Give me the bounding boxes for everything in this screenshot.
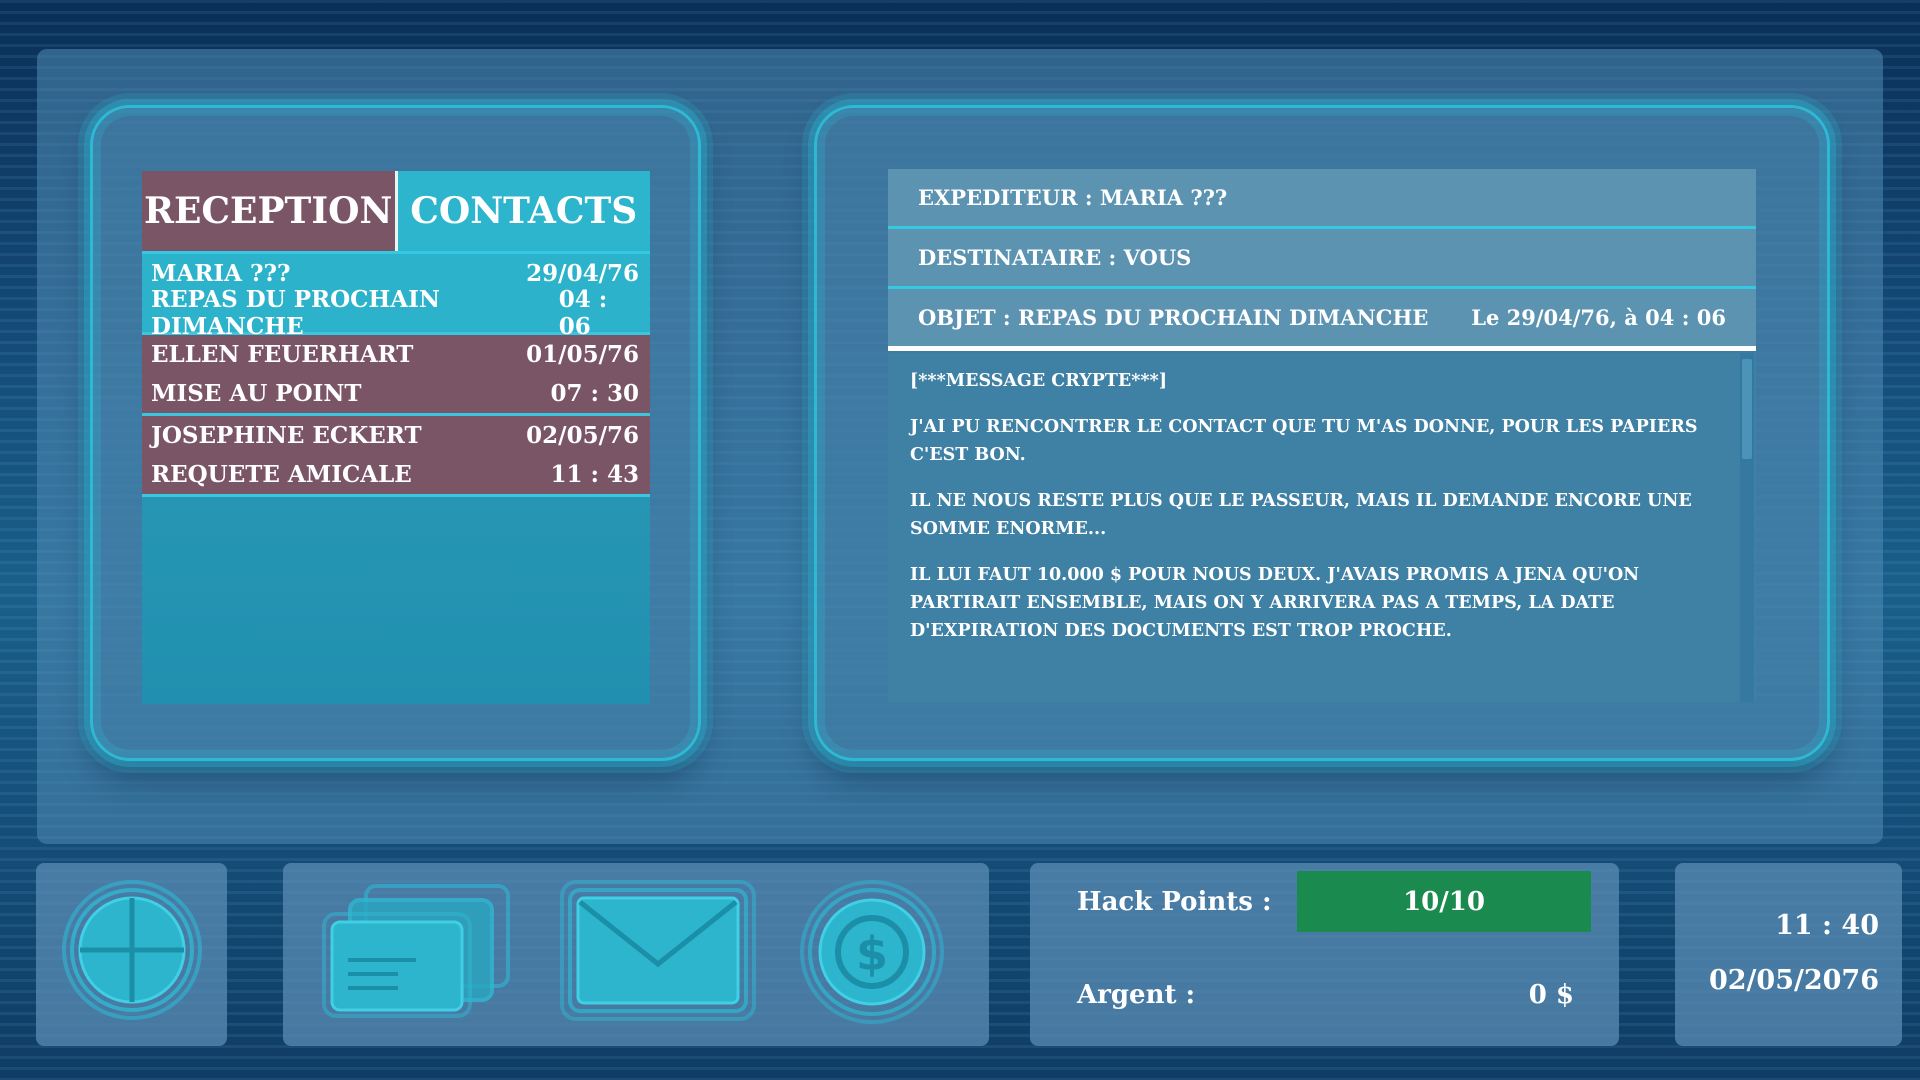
money-label: Argent :	[1077, 980, 1196, 1010]
message-sender: MARIA ???	[151, 260, 291, 287]
scrollbar-thumb[interactable]	[1742, 359, 1752, 459]
svg-text:$: $	[856, 927, 888, 981]
message-subject: MISE AU POINT	[151, 380, 362, 407]
recipient-field: DESTINATAIRE : VOUS	[888, 229, 1756, 289]
sent-date: Le 29/04/76, à 04 : 06	[1471, 305, 1726, 330]
message-time: 04 : 06	[558, 285, 608, 340]
inbox-tabs: RECEPTION CONTACTS	[142, 171, 650, 251]
message-subject: REPAS DU PROCHAIN DIMANCHE	[151, 285, 440, 340]
tab-contacts[interactable]: CONTACTS	[397, 171, 650, 251]
message-date: 29/04/76	[526, 260, 639, 287]
message-time: 11 : 43	[550, 461, 639, 488]
message-body[interactable]: [***MESSAGE CRYPTE***] J'AI PU RENCONTRE…	[888, 353, 1756, 702]
hack-points-bar: 10/10	[1297, 871, 1591, 932]
sender-label: EXPEDITEUR : MARIA ???	[918, 185, 1228, 210]
dollar-coin-icon[interactable]: $	[798, 878, 946, 1026]
inbox-list: RECEPTION CONTACTS MARIA ??? 29/04/76 REP…	[142, 171, 650, 704]
body-paragraph: IL NE NOUS RESTE PLUS QUE LE PASSEUR, MA…	[910, 491, 1692, 539]
message-viewer: EXPEDITEUR : MARIA ??? DESTINATAIRE : VO…	[888, 169, 1756, 702]
message-time: 07 : 30	[550, 380, 639, 407]
message-sender: ELLEN FEUERHART	[151, 341, 414, 368]
body-paragraph: [***MESSAGE CRYPTE***]	[910, 371, 1167, 391]
subject-label: OBJET : REPAS DU PROCHAIN DIMANCHE	[918, 305, 1429, 330]
message-item-maria[interactable]: MARIA ??? 29/04/76 REPAS DU PROCHAIN DIMA…	[142, 254, 650, 340]
message-date: 02/05/76	[526, 422, 639, 449]
body-scrollbar[interactable]	[1740, 353, 1754, 702]
sender-field: EXPEDITEUR : MARIA ???	[888, 169, 1756, 229]
body-paragraph: J'AI PU RENCONTRER LE CONTACT QUE TU M'A…	[910, 417, 1698, 465]
tab-reception[interactable]: RECEPTION	[142, 171, 398, 251]
clock-date: 02/05/2076	[1708, 965, 1879, 996]
message-date: 01/05/76	[526, 341, 639, 368]
message-subject: REQUETE AMICALE	[151, 461, 412, 488]
clock-tile	[1675, 863, 1902, 1046]
globe-icon[interactable]	[60, 878, 205, 1023]
hack-points-value: 10/10	[1403, 886, 1485, 917]
message-item-ellen[interactable]: ELLEN FEUERHART 01/05/76 MISE AU POINT 07 …	[142, 335, 650, 416]
documents-icon[interactable]	[318, 878, 518, 1023]
message-item-josephine[interactable]: JOSEPHINE ECKERT 02/05/76 REQUETE AMICALE…	[142, 416, 650, 497]
message-sender: JOSEPHINE ECKERT	[151, 422, 422, 449]
recipient-label: DESTINATAIRE : VOUS	[918, 245, 1192, 270]
mail-icon[interactable]	[558, 878, 758, 1023]
clock-time: 11 : 40	[1775, 910, 1879, 941]
money-value: 0 $	[1528, 980, 1574, 1010]
body-paragraph: IL LUI FAUT 10.000 $ POUR NOUS DEUX. J'A…	[910, 565, 1640, 641]
hack-points-label: Hack Points :	[1077, 887, 1272, 917]
subject-field: OBJET : REPAS DU PROCHAIN DIMANCHE Le 29…	[888, 289, 1756, 351]
